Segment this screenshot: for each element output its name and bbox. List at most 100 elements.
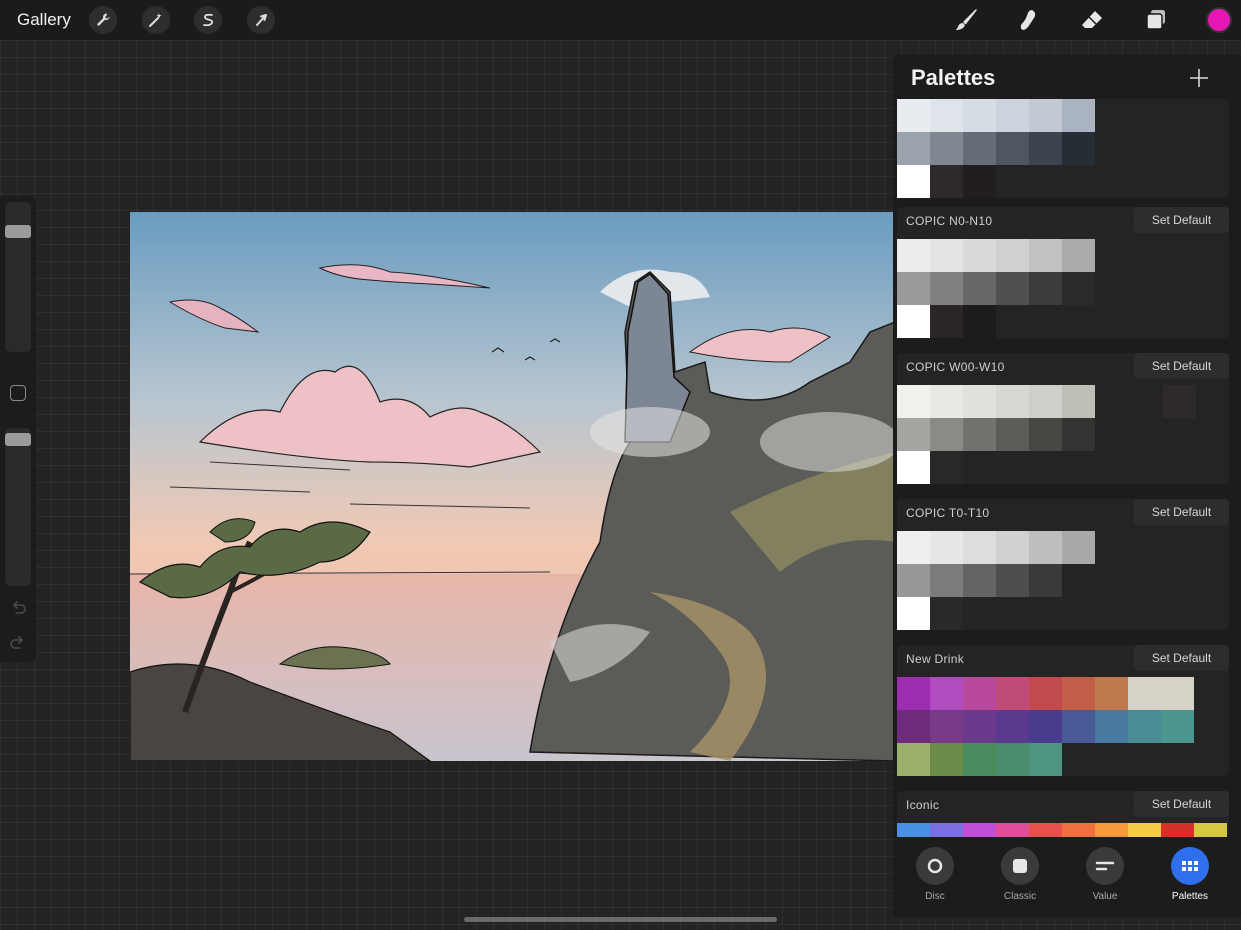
tab-disc[interactable]: Disc bbox=[905, 847, 965, 902]
adjustments-button[interactable] bbox=[142, 6, 170, 34]
color-swatch[interactable] bbox=[930, 239, 963, 272]
color-swatch[interactable] bbox=[996, 272, 1029, 305]
color-swatch[interactable] bbox=[897, 165, 930, 198]
add-palette-icon[interactable] bbox=[1188, 67, 1210, 89]
color-swatch[interactable] bbox=[1062, 710, 1095, 743]
color-swatch[interactable] bbox=[1128, 710, 1161, 743]
set-default-button[interactable]: Set Default bbox=[1134, 353, 1229, 379]
color-swatch[interactable] bbox=[930, 531, 963, 564]
color-swatch[interactable] bbox=[1062, 677, 1095, 710]
color-swatch[interactable] bbox=[1062, 385, 1095, 418]
brush-size-thumb[interactable] bbox=[5, 225, 31, 238]
color-swatch[interactable] bbox=[1029, 239, 1062, 272]
color-swatch[interactable] bbox=[1095, 677, 1128, 710]
palette-copic-t0-t10[interactable]: COPIC T0-T10 Set Default bbox=[897, 499, 1229, 630]
set-default-button[interactable]: Set Default bbox=[1134, 499, 1229, 525]
color-swatch[interactable] bbox=[1029, 272, 1062, 305]
palette-default[interactable] bbox=[897, 99, 1229, 198]
palette-new-drink[interactable]: New Drink Set Default bbox=[897, 645, 1229, 776]
transform-button[interactable] bbox=[247, 6, 275, 34]
color-swatch[interactable] bbox=[1062, 272, 1095, 305]
color-swatch[interactable] bbox=[897, 564, 930, 597]
color-swatch[interactable] bbox=[930, 677, 963, 710]
selection-button[interactable] bbox=[194, 6, 222, 34]
artwork-canvas[interactable] bbox=[130, 212, 895, 761]
color-swatch[interactable] bbox=[1161, 677, 1194, 710]
color-swatch[interactable] bbox=[1029, 385, 1062, 418]
color-swatch[interactable] bbox=[897, 239, 930, 272]
tab-value[interactable]: Value bbox=[1075, 847, 1135, 902]
color-swatch[interactable] bbox=[1062, 531, 1095, 564]
color-swatch[interactable] bbox=[996, 132, 1029, 165]
set-default-button[interactable]: Set Default bbox=[1134, 791, 1229, 817]
color-swatch[interactable] bbox=[1128, 677, 1161, 710]
color-swatch[interactable] bbox=[1163, 385, 1196, 418]
color-swatch[interactable] bbox=[897, 305, 930, 338]
set-default-button[interactable]: Set Default bbox=[1134, 645, 1229, 671]
color-swatch[interactable] bbox=[1029, 743, 1062, 776]
color-swatch[interactable] bbox=[1095, 710, 1128, 743]
color-swatch[interactable] bbox=[897, 99, 930, 132]
color-swatch[interactable] bbox=[930, 564, 963, 597]
color-swatch[interactable] bbox=[897, 132, 930, 165]
color-swatch[interactable] bbox=[963, 165, 996, 198]
color-swatch[interactable] bbox=[897, 710, 930, 743]
palette-copic-w00-w10[interactable]: COPIC W00-W10 Set Default bbox=[897, 353, 1229, 484]
color-swatch[interactable] bbox=[963, 531, 996, 564]
color-swatch[interactable] bbox=[963, 99, 996, 132]
modify-button[interactable] bbox=[10, 385, 26, 401]
color-swatch[interactable] bbox=[963, 743, 996, 776]
color-swatch[interactable] bbox=[1029, 531, 1062, 564]
set-default-button[interactable]: Set Default bbox=[1134, 207, 1229, 233]
actions-button[interactable] bbox=[89, 6, 117, 34]
brush-tool-button[interactable] bbox=[952, 6, 980, 34]
color-swatch[interactable] bbox=[963, 710, 996, 743]
color-swatch[interactable] bbox=[897, 531, 930, 564]
color-swatch[interactable] bbox=[1029, 99, 1062, 132]
color-swatch[interactable] bbox=[930, 710, 963, 743]
color-swatch[interactable] bbox=[996, 385, 1029, 418]
color-swatch[interactable] bbox=[996, 677, 1029, 710]
color-swatch[interactable] bbox=[963, 305, 996, 338]
color-swatch[interactable] bbox=[996, 564, 1029, 597]
color-swatch[interactable] bbox=[930, 385, 963, 418]
color-swatch[interactable] bbox=[996, 418, 1029, 451]
color-swatch[interactable] bbox=[897, 451, 930, 484]
tab-palettes[interactable]: Palettes bbox=[1160, 847, 1220, 902]
color-swatch[interactable] bbox=[897, 418, 930, 451]
color-swatch[interactable] bbox=[963, 385, 996, 418]
color-swatch[interactable] bbox=[963, 418, 996, 451]
active-color-button[interactable] bbox=[1206, 7, 1232, 33]
color-swatch[interactable] bbox=[930, 305, 963, 338]
color-swatch[interactable] bbox=[996, 710, 1029, 743]
color-swatch[interactable] bbox=[930, 418, 963, 451]
color-swatch[interactable] bbox=[897, 272, 930, 305]
color-swatch[interactable] bbox=[1161, 710, 1194, 743]
color-swatch[interactable] bbox=[996, 239, 1029, 272]
color-swatch[interactable] bbox=[930, 451, 963, 484]
color-swatch[interactable] bbox=[1062, 239, 1095, 272]
smudge-tool-button[interactable] bbox=[1014, 6, 1042, 34]
color-swatch[interactable] bbox=[930, 597, 963, 630]
color-swatch[interactable] bbox=[1029, 677, 1062, 710]
redo-icon[interactable] bbox=[9, 634, 27, 652]
palette-copic-n0-n10[interactable]: COPIC N0-N10 Set Default bbox=[897, 207, 1229, 338]
color-swatch[interactable] bbox=[1062, 99, 1095, 132]
tab-classic[interactable]: Classic bbox=[990, 847, 1050, 902]
color-swatch[interactable] bbox=[930, 165, 963, 198]
opacity-slider[interactable] bbox=[5, 428, 31, 586]
color-swatch[interactable] bbox=[1029, 132, 1062, 165]
color-swatch[interactable] bbox=[930, 132, 963, 165]
undo-icon[interactable] bbox=[9, 599, 27, 617]
color-swatch[interactable] bbox=[996, 743, 1029, 776]
color-swatch[interactable] bbox=[963, 677, 996, 710]
color-swatch[interactable] bbox=[1062, 132, 1095, 165]
color-swatch[interactable] bbox=[996, 531, 1029, 564]
color-swatch[interactable] bbox=[1029, 564, 1062, 597]
color-swatch[interactable] bbox=[930, 272, 963, 305]
color-swatch[interactable] bbox=[963, 132, 996, 165]
color-swatch[interactable] bbox=[1029, 418, 1062, 451]
eraser-tool-button[interactable] bbox=[1078, 6, 1106, 34]
gallery-button[interactable]: Gallery bbox=[17, 10, 71, 30]
layers-button[interactable] bbox=[1142, 6, 1170, 34]
